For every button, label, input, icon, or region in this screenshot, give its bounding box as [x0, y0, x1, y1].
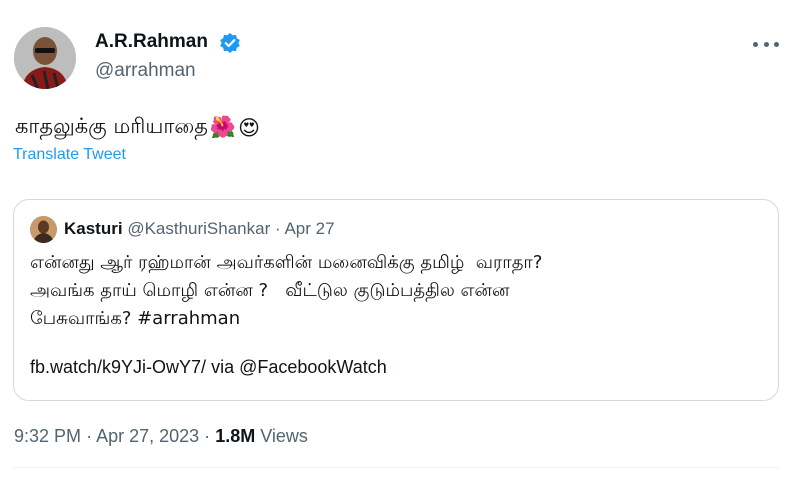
quote-date[interactable]: Apr 27: [284, 219, 334, 238]
tweet-text-content: காதலுக்கு மரியாதை: [15, 114, 208, 138]
heart-eyes-emoji-icon: 😍: [238, 115, 260, 140]
metadata-separator: ·: [204, 426, 211, 446]
quoted-tweet-card[interactable]: Kasturi @KasthuriShankar · Apr 27 என்னது…: [13, 199, 779, 401]
quote-author-avatar[interactable]: [30, 216, 57, 243]
verified-badge-icon: [219, 32, 241, 54]
quote-text-line: பேசுவாங்க? #arrahman: [30, 308, 241, 329]
quote-text: என்னது ஆர் ரஹ்மான் அவர்களின் மனைவிக்கு த…: [30, 249, 760, 333]
quote-header: Kasturi @KasthuriShankar · Apr 27: [64, 219, 335, 239]
quote-separator: ·: [275, 219, 281, 238]
quote-author-handle[interactable]: @KasthuriShankar: [127, 219, 270, 238]
divider: [13, 467, 779, 468]
more-dot: [763, 41, 769, 47]
tweet-date[interactable]: Apr 27, 2023: [96, 426, 199, 446]
more-options-icon[interactable]: [753, 37, 779, 51]
quote-author-name[interactable]: Kasturi: [64, 219, 123, 238]
tweet-metadata: 9:32 PM · Apr 27, 2023 · 1.8M Views: [14, 426, 308, 447]
more-dot: [753, 41, 758, 47]
more-dot: [774, 41, 779, 47]
author-name[interactable]: A.R.Rahman: [95, 31, 208, 53]
tweet-text: காதலுக்கு மரியாதை 🌺 😍: [15, 114, 260, 141]
views-label: Views: [260, 426, 308, 446]
metadata-separator: ·: [86, 426, 93, 446]
tweet-time[interactable]: 9:32 PM: [14, 426, 81, 446]
quote-link-text: fb.watch/k9YJi-OwY7/ via @FacebookWatch: [30, 357, 387, 377]
translate-tweet-link[interactable]: Translate Tweet: [13, 146, 126, 164]
author-handle[interactable]: @arrahman: [95, 60, 196, 82]
views-count: 1.8M: [215, 426, 256, 446]
author-avatar[interactable]: [14, 27, 76, 89]
hibiscus-emoji-icon: 🌺: [209, 115, 237, 139]
quote-text-line: அவங்க தாய் மொழி என்ன ? வீட்டுல குடும்பத்…: [30, 280, 510, 301]
quote-text-line: என்னது ஆர் ரஹ்மான் அவர்களின் மனைவிக்கு த…: [30, 252, 543, 273]
